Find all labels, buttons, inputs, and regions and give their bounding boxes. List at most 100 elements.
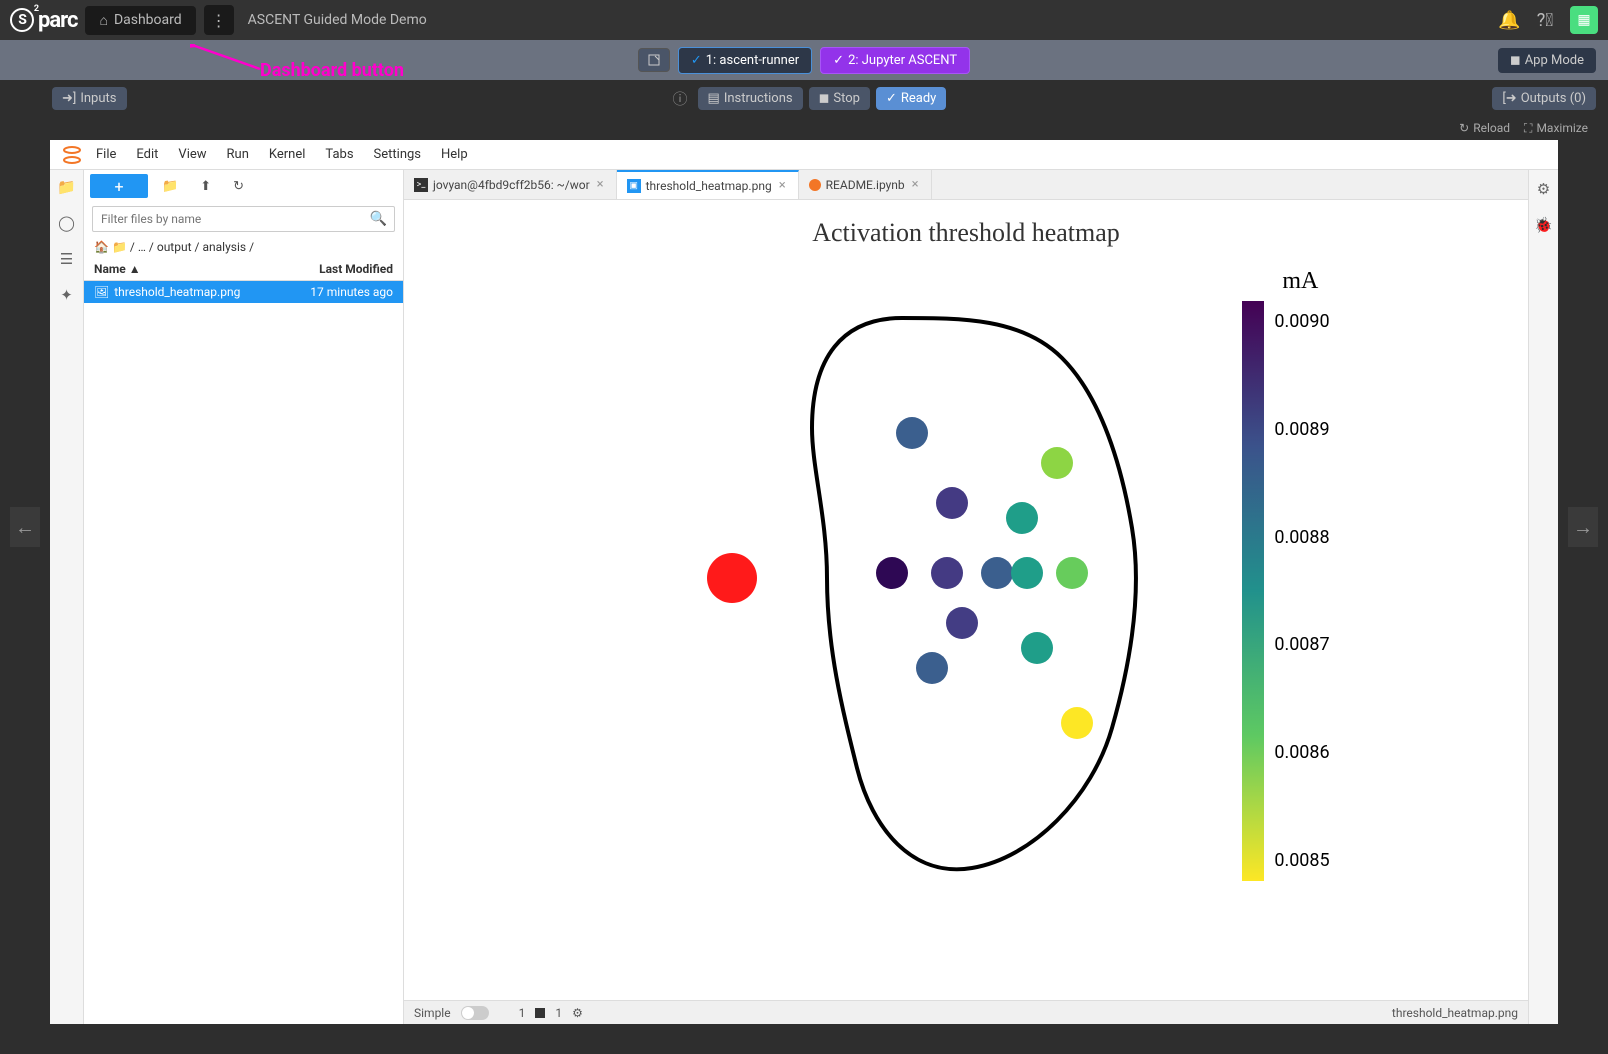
file-row[interactable]: 🖼 threshold_heatmap.png 17 minutes ago	[84, 281, 403, 303]
fascicle-marker	[936, 487, 968, 519]
home-icon: ⌂	[99, 12, 107, 29]
menu-help[interactable]: Help	[431, 145, 478, 164]
reload-label: Reload	[1473, 121, 1510, 135]
menu-button[interactable]: ⋮	[204, 5, 234, 35]
nerve-outline	[812, 318, 1136, 869]
maximize-icon: ⛶	[1524, 121, 1532, 136]
check-icon: ✓	[886, 91, 897, 106]
breadcrumb-analysis[interactable]: analysis	[202, 240, 246, 254]
upload-icon[interactable]: ⬆	[192, 175, 219, 198]
topbar: Sparc ⌂ Dashboard ⋮ ASCENT Guided Mode D…	[0, 0, 1608, 40]
outputs-button[interactable]: [➜ Outputs (0)	[1492, 87, 1596, 110]
breadcrumb-ellipsis[interactable]: …	[138, 240, 146, 254]
kernel-icon	[535, 1008, 545, 1018]
app-mode-button[interactable]: ◼ App Mode	[1498, 48, 1596, 73]
edit-pipeline-button[interactable]	[638, 48, 670, 72]
image-icon: ▣	[627, 179, 641, 193]
edit-icon	[647, 53, 661, 67]
inputs-label: Inputs	[80, 91, 116, 106]
next-step-button[interactable]: →	[1568, 507, 1598, 547]
menu-kernel[interactable]: Kernel	[259, 145, 316, 164]
fascicle-marker	[1061, 707, 1093, 739]
annotation-arrow	[190, 44, 270, 74]
close-icon[interactable]: ×	[595, 177, 606, 192]
new-folder-icon[interactable]: 📁	[154, 175, 186, 198]
simple-label: Simple	[414, 1006, 451, 1020]
check-icon: ✓	[691, 53, 702, 68]
app-mode-label: App Mode	[1525, 53, 1584, 68]
simple-toggle[interactable]	[461, 1006, 489, 1020]
close-icon[interactable]: ×	[910, 177, 921, 192]
ready-indicator: ✓ Ready	[876, 87, 946, 110]
image-viewer: Activation threshold heatmap mA	[404, 200, 1528, 1024]
menu-edit[interactable]: Edit	[126, 145, 168, 164]
status-bar: Simple 1 1 ⚙ threshold_heatmap.png	[404, 1000, 1528, 1024]
tick: 0.0087	[1274, 634, 1329, 655]
project-title: ASCENT Guided Mode Demo	[248, 12, 427, 28]
menu-run[interactable]: Run	[217, 145, 259, 164]
running-icon[interactable]: ◯	[58, 214, 75, 232]
property-inspector-icon[interactable]: ⚙	[1537, 180, 1550, 198]
menu-view[interactable]: View	[168, 145, 216, 164]
tick: 0.0089	[1274, 419, 1329, 440]
extensions-icon[interactable]: ✦	[60, 286, 73, 304]
menu-file[interactable]: File	[86, 145, 126, 164]
tab-notebook[interactable]: README.ipynb ×	[799, 170, 932, 199]
file-filter-input[interactable]	[92, 206, 395, 232]
login-icon: ➜]	[62, 91, 76, 106]
stop-button[interactable]: ◼ Stop	[809, 87, 870, 110]
tab-label: jovyan@4fbd9cff2b56: ~/wor	[433, 178, 590, 192]
jupyter-logo	[58, 141, 86, 169]
kernel-count: 1	[519, 1006, 526, 1020]
fascicle-marker	[916, 652, 948, 684]
electrode-marker	[707, 553, 757, 603]
home-icon[interactable]: 🏠	[94, 240, 109, 254]
fb-toolbar: + 📁 ⬆ ↻	[84, 170, 403, 202]
fascicle-marker	[1056, 557, 1088, 589]
toc-icon[interactable]: ☰	[60, 250, 73, 268]
chart-title: Activation threshold heatmap	[404, 200, 1528, 248]
gear-icon[interactable]: ⚙	[572, 1006, 583, 1020]
terminal-icon: >_	[414, 178, 428, 192]
jupyter-leftbar: 📁 ◯ ☰ ✦	[50, 170, 84, 1024]
folder-icon[interactable]: 📁	[57, 178, 76, 196]
fb-header: Name ▲ Last Modified	[84, 258, 403, 281]
image-icon: 🖼	[94, 285, 109, 299]
breadcrumb-output[interactable]: output	[157, 240, 192, 254]
new-launcher-button[interactable]: +	[90, 174, 148, 198]
bell-icon[interactable]: 🔔	[1498, 10, 1520, 31]
jupyter-rightbar: ⚙ 🐞	[1528, 170, 1558, 1024]
avatar[interactable]: ▦	[1570, 6, 1598, 34]
menu-settings[interactable]: Settings	[364, 145, 431, 164]
folder-icon[interactable]: 📁	[112, 240, 127, 254]
help-icon[interactable]: ?⃝	[1534, 10, 1556, 31]
dashboard-button[interactable]: ⌂ Dashboard	[85, 6, 195, 35]
topbar-left: Sparc ⌂ Dashboard ⋮ ASCENT Guided Mode D…	[10, 5, 427, 35]
stop-label: Stop	[833, 91, 860, 106]
col-name[interactable]: Name ▲	[94, 262, 319, 276]
prev-step-button[interactable]: ←	[10, 507, 40, 547]
chart: Activation threshold heatmap mA	[404, 200, 1528, 1024]
jupyter-body: 📁 ◯ ☰ ✦ + 📁 ⬆ ↻ 🔍 🏠 📁 /	[50, 170, 1558, 1024]
term-count: 1	[555, 1006, 562, 1020]
instructions-button[interactable]: ▤ Instructions	[698, 87, 803, 110]
close-icon[interactable]: ×	[777, 178, 788, 193]
refresh-icon[interactable]: ↻	[225, 175, 252, 198]
status-filename: threshold_heatmap.png	[1392, 1006, 1518, 1020]
pipeline-step-2[interactable]: ✓ 2: Jupyter ASCENT	[820, 47, 970, 74]
reload-button[interactable]: ↻ Reload	[1459, 121, 1510, 135]
fascicle-marker	[946, 607, 978, 639]
col-modified[interactable]: Last Modified	[319, 262, 393, 276]
jupyter-menu-bar: File Edit View Run Kernel Tabs Settings …	[50, 140, 1558, 170]
debug-icon[interactable]: 🐞	[1534, 216, 1553, 234]
control-bar: ➜] Inputs ⓘ ▤ Instructions ◼ Stop ✓ Read…	[0, 80, 1608, 116]
tab-label: threshold_heatmap.png	[646, 179, 772, 193]
control-center: ⓘ ▤ Instructions ◼ Stop ✓ Ready	[127, 87, 1493, 110]
tab-terminal[interactable]: >_ jovyan@4fbd9cff2b56: ~/wor ×	[404, 170, 617, 199]
pipeline-step-1[interactable]: ✓ 1: ascent-runner	[678, 47, 812, 74]
maximize-button[interactable]: ⛶ Maximize	[1524, 121, 1588, 136]
inputs-button[interactable]: ➜] Inputs	[52, 87, 127, 110]
info-icon[interactable]: ⓘ	[673, 88, 688, 109]
menu-tabs[interactable]: Tabs	[315, 145, 363, 164]
tab-image[interactable]: ▣ threshold_heatmap.png ×	[617, 170, 799, 199]
